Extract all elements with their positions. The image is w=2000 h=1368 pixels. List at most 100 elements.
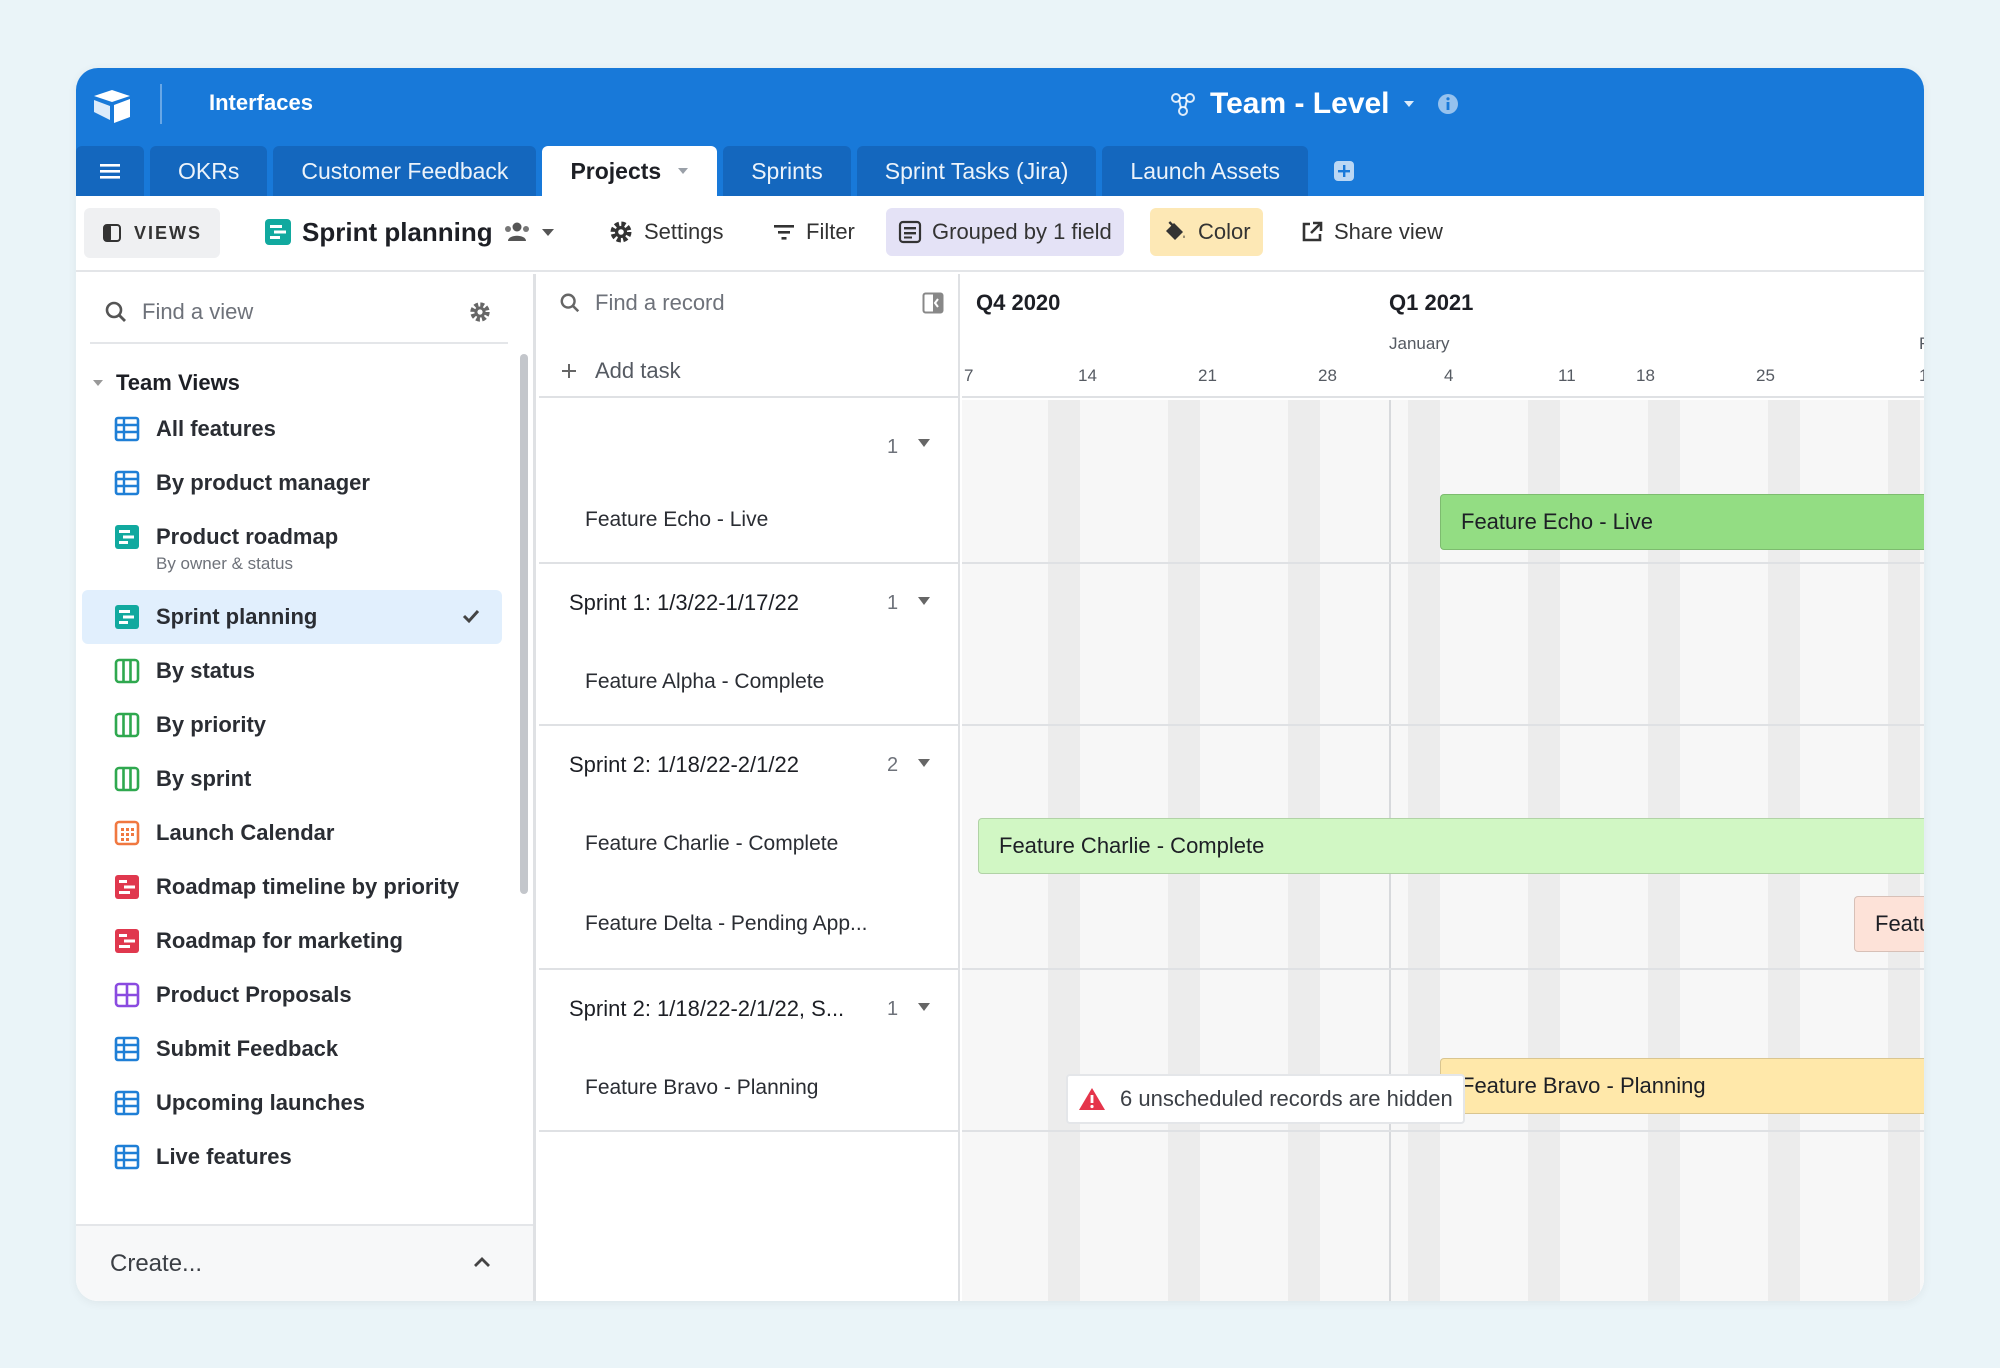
sidebar-toggle-icon: [102, 223, 122, 243]
sidebar-scrollbar[interactable]: [520, 354, 528, 894]
kanban-icon: [114, 712, 140, 738]
day-label: 11: [1558, 366, 1576, 386]
create-label: Create...: [110, 1250, 202, 1278]
tab-launch-assets[interactable]: Launch Assets: [1102, 146, 1308, 196]
sidebar-item-sprint-planning[interactable]: Sprint planning: [82, 590, 502, 644]
sidebar-item-submit-feedback[interactable]: Submit Feedback: [82, 1022, 502, 1076]
current-view-name: Sprint planning: [302, 217, 493, 248]
create-view-button[interactable]: Create...: [76, 1224, 533, 1301]
sidebar-item-label: Submit Feedback: [156, 1036, 338, 1062]
settings-label: Settings: [644, 219, 724, 245]
timeline-view-icon: [264, 218, 292, 246]
base-title: Team - Level: [1210, 87, 1390, 121]
sidebar-item-roadmap-timeline-by-priority[interactable]: Roadmap timeline by priority: [82, 860, 502, 914]
collapse-panel-icon[interactable]: [922, 292, 944, 314]
record-group: Sprint 1: 1/3/22-1/17/22 1 Feature Alpha…: [539, 564, 958, 726]
group-button[interactable]: Grouped by 1 field: [886, 208, 1124, 256]
record-item[interactable]: Feature Bravo - Planning: [585, 1076, 818, 1100]
record-group: 1 Feature Echo - Live: [539, 400, 958, 564]
caret-down-icon[interactable]: [916, 594, 932, 608]
color-button[interactable]: Color: [1150, 208, 1263, 256]
sidebar-item-product-roadmap[interactable]: Product roadmap By owner & status: [82, 510, 502, 590]
sidebar-item-by-status[interactable]: By status: [82, 644, 502, 698]
interfaces-link[interactable]: Interfaces: [209, 90, 313, 116]
filter-label: Filter: [806, 219, 855, 245]
tab-projects[interactable]: Projects: [542, 146, 717, 196]
sidebar-item-product-proposals[interactable]: Product Proposals: [82, 968, 502, 1022]
sidebar-item-label: By status: [156, 658, 255, 684]
tab-sprints[interactable]: Sprints: [723, 146, 851, 196]
grid-icon: [114, 416, 140, 442]
chevron-down-icon[interactable]: [677, 166, 689, 176]
calendar-icon: [114, 820, 140, 846]
current-view-menu[interactable]: Sprint planning: [252, 208, 567, 256]
gear-icon[interactable]: [468, 300, 492, 324]
tab-customer-feedback[interactable]: Customer Feedback: [273, 146, 536, 196]
views-sidebar: Find a view Team Views All features By p…: [76, 274, 536, 1301]
caret-down-icon[interactable]: [916, 1000, 932, 1014]
tab-okrs[interactable]: OKRs: [150, 146, 267, 196]
view-search[interactable]: Find a view: [90, 282, 508, 344]
caret-down-icon[interactable]: [916, 436, 932, 450]
filter-button[interactable]: Filter: [760, 208, 867, 256]
row-divider: [962, 562, 1924, 564]
sidebar-item-label: Roadmap for marketing: [156, 928, 403, 954]
airtable-logo-icon[interactable]: [90, 84, 134, 128]
settings-button[interactable]: Settings: [596, 208, 736, 256]
app-window: Interfaces Team - Level OKRs C: [76, 68, 1924, 1301]
timeline-bar-label: Feature Echo - Live: [1461, 509, 1653, 535]
record-search-input[interactable]: Find a record: [595, 290, 725, 316]
timeline-grid[interactable]: Feature Echo - Live Feature Charlie - Co…: [962, 400, 1924, 1301]
tab-sprint-tasks[interactable]: Sprint Tasks (Jira): [857, 146, 1097, 196]
timeline-bar-feature-echo[interactable]: Feature Echo - Live: [1440, 494, 1924, 550]
timeline-bar-feature-charlie[interactable]: Feature Charlie - Complete: [978, 818, 1924, 874]
group-label: Grouped by 1 field: [932, 219, 1112, 245]
row-divider: [962, 724, 1924, 726]
caret-down-icon[interactable]: [916, 756, 932, 770]
sidebar-item-by-product-manager[interactable]: By product manager: [82, 456, 502, 510]
collaborative-users-icon: [503, 221, 531, 243]
sidebar-item-label: Upcoming launches: [156, 1090, 365, 1116]
caret-down-icon: [92, 378, 104, 388]
group-title: Sprint 1: 1/3/22-1/17/22: [569, 590, 799, 616]
info-icon[interactable]: [1436, 92, 1460, 116]
gear-icon: [608, 219, 634, 245]
menu-button[interactable]: [76, 146, 144, 196]
tab-projects-label: Projects: [570, 158, 661, 185]
base-title-group[interactable]: Team - Level: [1168, 82, 1460, 126]
timeline-bar-feature-bravo[interactable]: Feature Bravo - Planning: [1440, 1058, 1924, 1114]
sidebar-item-all-features[interactable]: All features: [82, 402, 502, 456]
add-table-button[interactable]: [1314, 146, 1374, 196]
views-toggle-button[interactable]: VIEWS: [84, 208, 220, 258]
view-search-input[interactable]: Find a view: [142, 299, 253, 325]
share-label: Share view: [1334, 219, 1443, 245]
share-view-button[interactable]: Share view: [1288, 208, 1455, 256]
record-item[interactable]: Feature Charlie - Complete: [585, 832, 838, 856]
month-label: January: [1389, 334, 1449, 354]
record-group: Sprint 2: 1/18/22-2/1/22, S... 1 Feature…: [539, 970, 958, 1132]
chevron-down-icon[interactable]: [541, 226, 555, 238]
chevron-down-icon[interactable]: [1402, 97, 1416, 111]
record-item[interactable]: Feature Alpha - Complete: [585, 670, 824, 694]
day-label: 25: [1756, 366, 1775, 386]
day-label: 18: [1636, 366, 1655, 386]
sidebar-item-launch-calendar[interactable]: Launch Calendar: [82, 806, 502, 860]
month-label-clipped: F: [1919, 334, 1924, 354]
checkmark-icon: [462, 608, 480, 624]
sidebar-item-by-sprint[interactable]: By sprint: [82, 752, 502, 806]
sidebar-item-roadmap-for-marketing[interactable]: Roadmap for marketing: [82, 914, 502, 968]
record-item[interactable]: Feature Echo - Live: [585, 508, 768, 532]
sidebar-item-upcoming-launches[interactable]: Upcoming launches: [82, 1076, 502, 1130]
kanban-icon: [114, 766, 140, 792]
record-search[interactable]: Find a record: [559, 290, 725, 316]
record-group: Sprint 2: 1/18/22-2/1/22 2 Feature Charl…: [539, 726, 958, 970]
sidebar-item-by-priority[interactable]: By priority: [82, 698, 502, 752]
timeline-bar-label: Featu: [1875, 911, 1924, 937]
kanban-icon: [114, 658, 140, 684]
sidebar-item-live-features[interactable]: Live features: [82, 1130, 502, 1184]
hidden-records-notice[interactable]: 6 unscheduled records are hidden: [1066, 1074, 1465, 1124]
team-views-section[interactable]: Team Views: [92, 370, 240, 396]
add-task-button[interactable]: Add task: [561, 358, 681, 384]
timeline-bar-feature-delta[interactable]: Featu: [1854, 896, 1924, 952]
record-item[interactable]: Feature Delta - Pending App...: [585, 912, 868, 936]
